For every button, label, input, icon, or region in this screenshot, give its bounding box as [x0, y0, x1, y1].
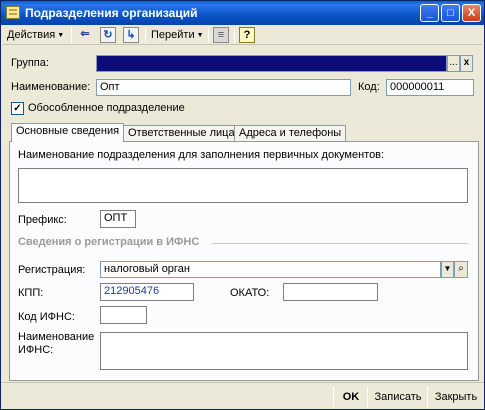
actions-menu-label: Действия: [7, 29, 56, 41]
tab-addresses-phones[interactable]: Адреса и телефоны: [234, 125, 347, 142]
okato-label: ОКАТО:: [230, 287, 270, 299]
toolbar-divider: [208, 27, 209, 43]
tab-main-info[interactable]: Основные сведения: [11, 123, 125, 142]
bottom-button-bar: OK Записать Закрыть: [1, 382, 484, 409]
maximize-button[interactable]: □: [441, 4, 460, 22]
button-divider: [427, 387, 428, 407]
close-button[interactable]: Закрыть: [431, 387, 481, 407]
ok-button[interactable]: OK: [337, 387, 365, 407]
ifns-name-field[interactable]: [100, 332, 468, 370]
registration-label: Регистрация:: [18, 264, 86, 276]
title-bar[interactable]: Подразделения организаций _ □ X: [1, 1, 484, 25]
code-field[interactable]: 000000011: [386, 79, 474, 96]
toolbar-divider: [71, 27, 72, 43]
name-label: Наименование:: [11, 81, 91, 93]
docs-name-label: Наименование подразделения для заполнени…: [18, 149, 385, 161]
group-field[interactable]: [96, 55, 447, 72]
registration-field[interactable]: налоговый орган: [100, 261, 441, 278]
name-field[interactable]: Опт: [96, 79, 351, 96]
ifns-name-label-line2: ИФНС:: [18, 344, 54, 356]
toolbar: Действия ▼ ⇐ ↻ ↳ Перейти ▼ ≡ ?: [3, 25, 482, 45]
ifns-code-label: Код ИФНС:: [18, 311, 75, 323]
ifns-section-title: Сведения о регистрации в ИФНС: [18, 236, 200, 248]
actions-menu-button[interactable]: Действия ▼: [7, 27, 64, 43]
docs-name-field[interactable]: [18, 168, 468, 203]
refresh-icon[interactable]: ↻: [100, 27, 116, 43]
goto-menu-label: Перейти: [151, 29, 195, 41]
tab-responsible-persons[interactable]: Ответственные лица: [123, 125, 240, 142]
save-button[interactable]: Записать: [371, 387, 425, 407]
prefix-label: Префикс:: [18, 214, 67, 226]
group-select-button[interactable]: ...: [447, 55, 460, 72]
minimize-button[interactable]: _: [420, 4, 439, 22]
ifns-code-field[interactable]: [100, 306, 147, 324]
toolbar-divider: [234, 27, 235, 43]
window-title: Подразделения организаций: [25, 6, 198, 20]
button-divider: [367, 387, 368, 407]
chevron-down-icon: ▼: [57, 32, 65, 39]
chevron-down-icon: ▼: [196, 32, 204, 39]
document-icon: [6, 6, 20, 19]
button-divider: [333, 387, 334, 407]
kpp-field[interactable]: 212905476: [100, 283, 194, 301]
prefix-field[interactable]: ОПТ: [100, 210, 136, 228]
help-icon[interactable]: ?: [239, 27, 255, 43]
okato-field[interactable]: [283, 283, 378, 301]
separate-division-label: Обособленное подразделение: [28, 102, 185, 114]
ifns-name-label-line1: Наименование: [18, 331, 95, 343]
code-label: Код:: [358, 81, 380, 93]
arrow-left-icon[interactable]: ⇐: [77, 27, 93, 43]
kpp-label: КПП:: [18, 287, 44, 299]
toolbar-divider: [145, 27, 146, 43]
form-window: Подразделения организаций _ □ X Действия…: [0, 0, 485, 410]
group-label: Группа:: [11, 57, 49, 69]
goto-menu-button[interactable]: Перейти ▼: [151, 27, 204, 43]
structure-icon[interactable]: ↳: [123, 27, 139, 43]
section-divider: [212, 243, 468, 244]
close-window-button[interactable]: X: [462, 4, 481, 22]
chevron-down-icon[interactable]: ▼: [441, 261, 454, 278]
list-icon[interactable]: ≡: [213, 27, 229, 43]
group-clear-button[interactable]: x: [460, 55, 473, 72]
search-icon[interactable]: ⌕: [454, 261, 468, 278]
separate-division-checkbox[interactable]: ✓: [11, 102, 24, 115]
